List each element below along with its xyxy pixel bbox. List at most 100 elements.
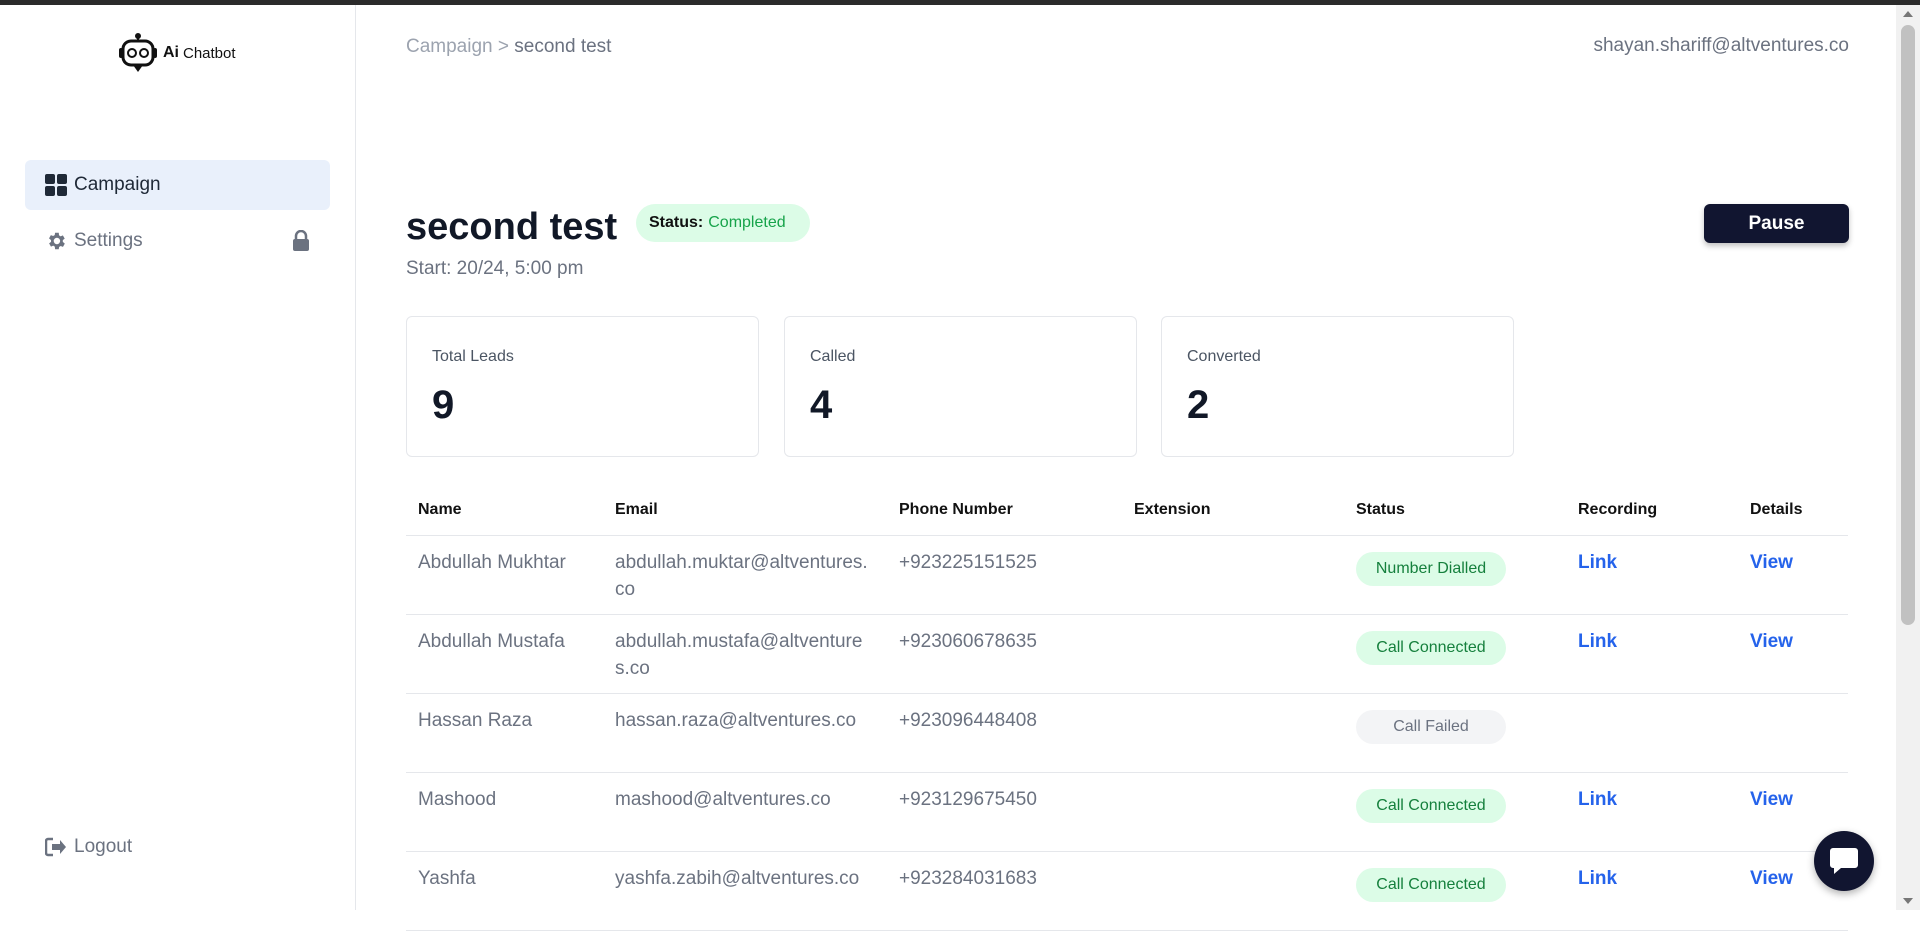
table-row: Mashood mashood@altventures.co +92312967… [406,772,1848,852]
column-header-email[interactable]: Email [603,485,887,536]
cell-recording: Link [1566,535,1738,615]
robot-icon [119,33,157,72]
cell-extension [1122,535,1344,615]
column-header-phone[interactable]: Phone Number [887,485,1122,536]
status-badge: Call Connected [1356,631,1506,665]
column-header-details[interactable]: Details [1738,485,1848,536]
breadcrumb-current: second test [514,36,612,57]
stat-card-called: Called 4 [784,316,1137,457]
cell-recording [1566,693,1738,773]
logo-ai-text: Ai [163,44,179,61]
pause-button[interactable]: Pause [1704,204,1849,243]
status-badge: Call Connected [1356,868,1506,902]
scroll-down-arrow[interactable] [1903,898,1913,904]
logo-name-text: Chatbot [183,44,236,62]
cell-extension [1122,851,1344,931]
cell-status: Number Dialled [1344,535,1566,615]
logout-button[interactable]: Logout [25,822,330,872]
cell-name: Abdullah Mustafa [406,614,603,694]
vertical-scrollbar[interactable] [1896,5,1920,910]
recording-link[interactable]: Link [1578,789,1617,810]
recording-link[interactable]: Link [1578,552,1617,573]
scrollbar-thumb[interactable] [1901,25,1915,625]
cell-email: hassan.raza@altventures.co [603,693,887,773]
cell-email: abdullah.muktar@altventures.co [603,535,887,615]
cell-status: Call Failed [1344,693,1566,773]
status-badge: Number Dialled [1356,552,1506,586]
column-header-recording[interactable]: Recording [1566,485,1738,536]
cell-extension [1122,614,1344,694]
app-logo[interactable]: Ai Chatbot [117,32,236,74]
logout-icon [44,835,68,859]
stat-label: Called [810,348,856,365]
cell-details: View [1738,614,1848,694]
cell-status: Call Connected [1344,851,1566,931]
sidebar-item-label: Campaign [74,174,161,195]
cell-phone: +923096448408 [887,693,1122,773]
scroll-up-arrow[interactable] [1903,11,1913,17]
details-link[interactable]: View [1750,868,1793,889]
status-badge: Call Failed [1356,710,1506,744]
cell-name: Mashood [406,772,603,852]
cell-email: yashfa.zabih@altventures.co [603,851,887,931]
cell-name: Abdullah Mukhtar [406,535,603,615]
cell-details [1738,693,1848,773]
cell-name: Yashfa [406,851,603,931]
sidebar: Ai Chatbot Campaign Settings Logout [0,5,356,910]
grid-icon [44,173,68,197]
user-email: shayan.shariff@altventures.co [1593,35,1849,56]
stat-card-total-leads: Total Leads 9 [406,316,759,457]
cell-recording: Link [1566,772,1738,852]
sidebar-item-settings[interactable]: Settings [25,216,330,266]
column-header-status[interactable]: Status [1344,485,1566,536]
breadcrumb: Campaign > second test [406,36,611,58]
cell-name: Hassan Raza [406,693,603,773]
details-link[interactable]: View [1750,789,1793,810]
recording-link[interactable]: Link [1578,631,1617,652]
cell-email: abdullah.mustafa@altventures.co [603,614,887,694]
table-row: Abdullah Mustafa abdullah.mustafa@altven… [406,614,1848,694]
table-row: Hassan Raza hassan.raza@altventures.co +… [406,693,1848,773]
stat-value: 9 [432,383,455,427]
table-row: Yashfa yashfa.zabih@altventures.co +9232… [406,851,1848,931]
stat-card-converted: Converted 2 [1161,316,1514,457]
sidebar-item-campaign[interactable]: Campaign [25,160,330,210]
stat-value: 4 [810,383,833,427]
stat-label: Total Leads [432,348,514,365]
breadcrumb-separator: > [497,36,509,57]
column-header-extension[interactable]: Extension [1122,485,1344,536]
cell-phone: +923225151525 [887,535,1122,615]
cell-phone: +923060678635 [887,614,1122,694]
logout-label: Logout [74,836,133,857]
cell-status: Call Connected [1344,614,1566,694]
status-badge-label: Status: [649,214,704,231]
status-badge: Status: Completed [636,204,810,242]
chat-bubble-icon [1830,848,1858,874]
stat-value: 2 [1187,383,1210,427]
gear-icon [44,229,68,253]
leads-table: Name Email Phone Number Extension Status… [406,485,1848,931]
table-row: Abdullah Mukhtar abdullah.muktar@altvent… [406,535,1848,615]
status-badge: Call Connected [1356,789,1506,823]
cell-status: Call Connected [1344,772,1566,852]
cell-recording: Link [1566,614,1738,694]
details-link[interactable]: View [1750,631,1793,652]
cell-recording: Link [1566,851,1738,931]
table-header-row: Name Email Phone Number Extension Status… [406,485,1848,536]
cell-details: View [1738,535,1848,615]
main-content: Campaign > second test shayan.shariff@al… [356,5,1896,931]
stat-label: Converted [1187,348,1261,365]
recording-link[interactable]: Link [1578,868,1617,889]
cell-extension [1122,772,1344,852]
chat-widget-button[interactable] [1814,831,1874,891]
page-title: second test [406,206,618,248]
start-time: Start: 20/24, 5:00 pm [406,258,584,279]
lock-icon [292,229,310,257]
cell-phone: +923129675450 [887,772,1122,852]
cell-extension [1122,693,1344,773]
column-header-name[interactable]: Name [406,485,603,536]
sidebar-item-label: Settings [74,230,143,251]
details-link[interactable]: View [1750,552,1793,573]
cell-phone: +923284031683 [887,851,1122,931]
breadcrumb-root[interactable]: Campaign [406,36,493,57]
